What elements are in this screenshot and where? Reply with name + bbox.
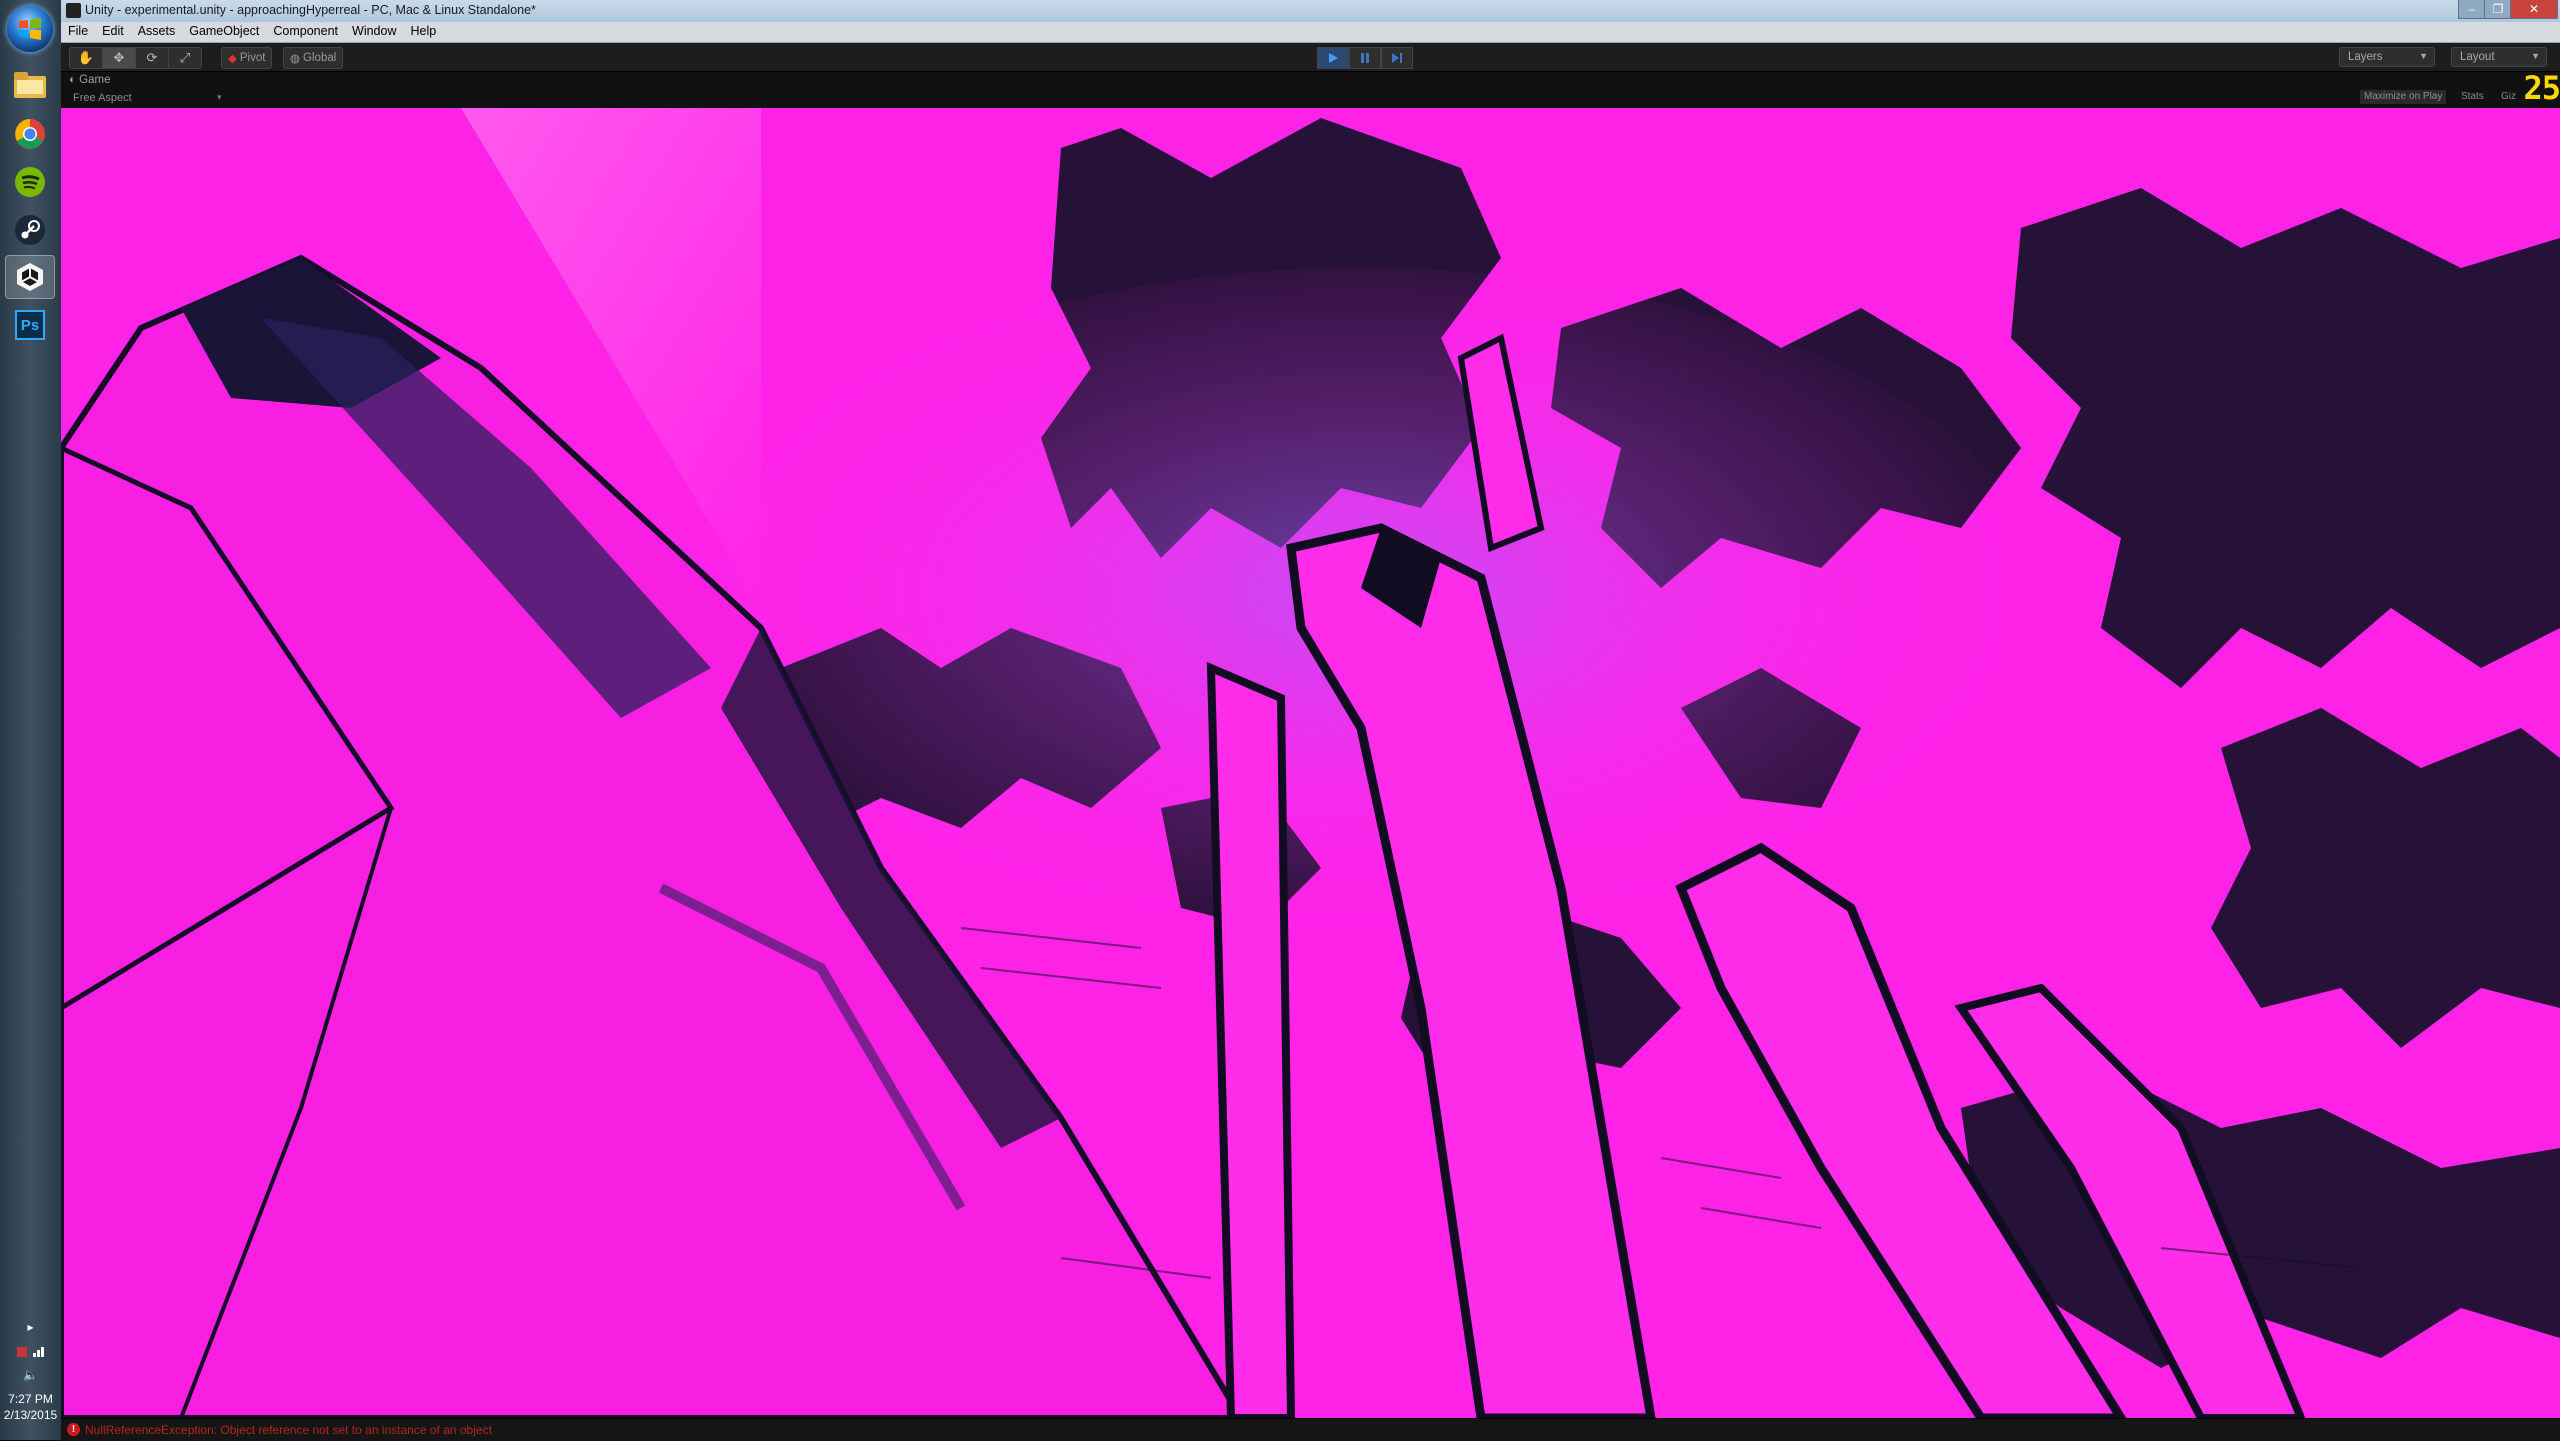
menu-bar: File Edit Assets GameObject Component Window H…: [61, 22, 2560, 43]
stats-toggle[interactable]: Stats: [2457, 90, 2488, 104]
menu-gameobject[interactable]: GameObject: [182, 22, 266, 38]
pivot-icon: ◆: [228, 53, 237, 65]
maximize-button[interactable]: ❐: [2484, 0, 2512, 19]
steam-icon[interactable]: [5, 208, 55, 252]
window-titlebar: Unity - experimental.unity - approaching…: [61, 0, 2560, 23]
dropdown-arrow-icon: ▼: [2419, 51, 2428, 61]
transform-tools: ✋ ✥ ⟳ ⤢: [69, 47, 202, 69]
menu-help[interactable]: Help: [403, 22, 443, 38]
game-render: [61, 108, 2560, 1418]
menu-assets[interactable]: Assets: [131, 22, 183, 38]
aspect-dropdown-arrow-icon[interactable]: ▾: [217, 92, 222, 103]
windows-logo-icon: [19, 18, 41, 40]
menu-window[interactable]: Window: [345, 22, 403, 38]
photoshop-icon[interactable]: Ps: [5, 303, 55, 347]
unity-toolbar: ✋ ✥ ⟳ ⤢ ◆ Pivot ◍ Global Layers ▼ Layout…: [61, 43, 2560, 72]
global-icon: ◍: [290, 53, 301, 65]
windows-taskbar: Ps ▸ 🔈 7:27 PM 2/13/2015: [0, 0, 62, 1440]
game-tab-label: Game: [79, 74, 111, 86]
fps-counter: 25: [2523, 69, 2560, 107]
gizmos-dropdown[interactable]: Giz: [2497, 90, 2520, 104]
global-toggle[interactable]: ◍ Global: [283, 47, 344, 69]
volume-icon[interactable]: 🔈: [0, 1368, 61, 1382]
pause-button[interactable]: [1349, 47, 1381, 69]
game-tab-icon: ◐: [69, 74, 76, 86]
step-button[interactable]: [1381, 47, 1413, 69]
move-tool-icon[interactable]: ✥: [103, 48, 136, 68]
maximize-on-play-toggle[interactable]: Maximize on Play: [2360, 90, 2447, 104]
menu-edit[interactable]: Edit: [95, 22, 131, 38]
unity-app-icon: [66, 3, 81, 18]
play-icon: [1329, 53, 1338, 63]
chrome-icon[interactable]: [5, 112, 55, 156]
error-message[interactable]: NullReferenceException: Object reference…: [85, 1423, 492, 1437]
layers-label: Layers: [2348, 51, 2383, 63]
window-title: Unity - experimental.unity - approaching…: [85, 3, 536, 17]
pivot-toggle[interactable]: ◆ Pivot: [221, 47, 273, 69]
aspect-dropdown[interactable]: Free Aspect: [73, 92, 132, 104]
clock-time[interactable]: 7:27 PM: [0, 1392, 61, 1406]
layout-label: Layout: [2460, 51, 2495, 63]
play-controls: [1317, 47, 1413, 69]
step-icon: [1392, 53, 1402, 63]
clock-date[interactable]: 2/13/2015: [0, 1408, 61, 1422]
minimize-button[interactable]: –: [2458, 0, 2486, 19]
file-explorer-icon[interactable]: [5, 63, 55, 107]
layers-dropdown[interactable]: Layers ▼: [2339, 47, 2435, 67]
global-label: Global: [303, 52, 337, 64]
start-button[interactable]: [7, 6, 53, 52]
hand-tool-icon[interactable]: ✋: [70, 48, 103, 68]
unity-icon[interactable]: [5, 255, 55, 299]
show-hidden-icons-icon[interactable]: ▸: [0, 1320, 61, 1334]
game-viewport[interactable]: [61, 108, 2560, 1418]
game-view-header: ◐ Game Free Aspect ▾ Maximize on Play St…: [61, 72, 2560, 108]
console-status-bar[interactable]: ! NullReferenceException: Object referen…: [61, 1418, 2560, 1441]
error-icon: !: [67, 1423, 80, 1436]
pivot-label: Pivot: [239, 52, 266, 64]
close-button[interactable]: ✕: [2510, 0, 2558, 19]
layout-dropdown[interactable]: Layout ▼: [2451, 47, 2547, 67]
dropdown-arrow-icon: ▼: [2531, 51, 2540, 61]
game-tab[interactable]: ◐ Game: [69, 74, 110, 86]
menu-component[interactable]: Component: [266, 22, 345, 38]
play-button[interactable]: [1317, 47, 1349, 69]
system-tray-icons[interactable]: [0, 1345, 61, 1362]
pause-icon: [1361, 53, 1369, 63]
spotify-icon[interactable]: [5, 160, 55, 204]
rotate-tool-icon[interactable]: ⟳: [136, 48, 169, 68]
menu-file[interactable]: File: [61, 22, 95, 38]
scale-tool-icon[interactable]: ⤢: [169, 48, 201, 68]
